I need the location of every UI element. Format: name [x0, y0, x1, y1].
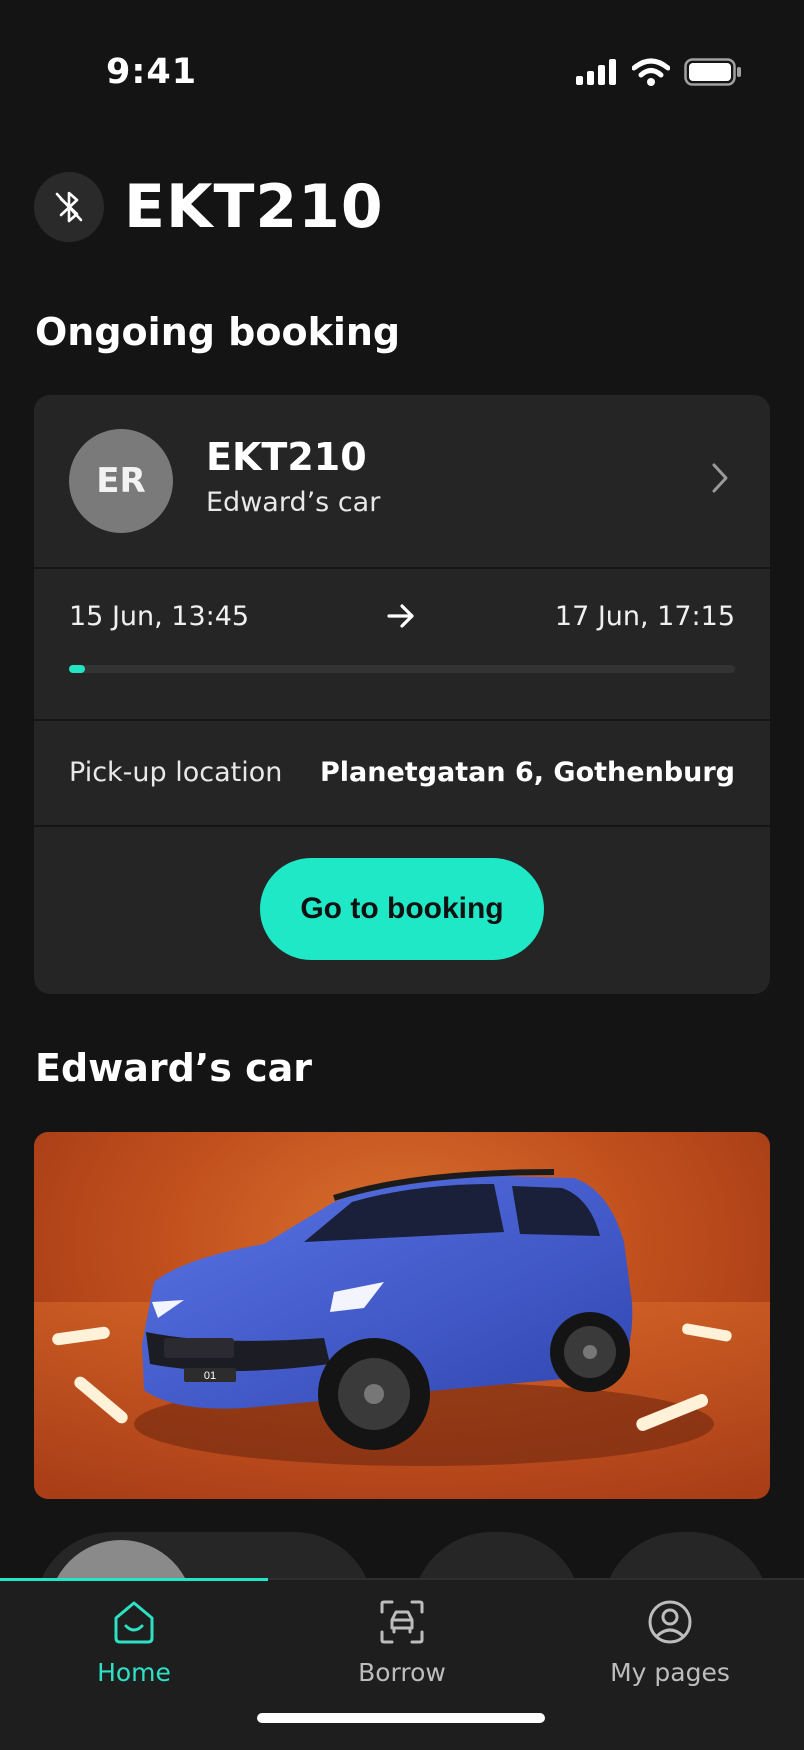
go-to-booking-button[interactable]: Go to booking — [260, 858, 544, 960]
ongoing-booking-title: Ongoing booking — [35, 310, 401, 354]
cellular-signal-icon — [576, 59, 616, 85]
booking-card: ER EKT210 Edward’s car 15 Jun, 13:45 17 … — [34, 395, 770, 994]
header: EKT210 — [34, 172, 384, 242]
wifi-icon — [632, 58, 670, 86]
booking-progress-fill — [69, 665, 85, 673]
car-plate: EKT210 — [206, 435, 367, 479]
arrow-right-icon — [387, 604, 414, 628]
booking-car-row[interactable]: ER EKT210 Edward’s car — [34, 395, 770, 569]
battery-icon — [684, 58, 741, 86]
car-scan-icon — [380, 1600, 424, 1644]
bluetooth-button[interactable] — [34, 172, 104, 242]
car-name: Edward’s car — [206, 487, 381, 518]
tab-active-indicator — [0, 1578, 268, 1581]
status-icons — [576, 58, 742, 86]
booking-start-time: 15 Jun, 13:45 — [69, 601, 250, 632]
home-indicator — [257, 1713, 545, 1723]
car-section-title: Edward’s car — [35, 1046, 313, 1090]
car-image[interactable]: 01 — [34, 1132, 770, 1499]
page-title: EKT210 — [124, 172, 384, 242]
booking-time-row: 15 Jun, 13:45 17 Jun, 17:15 — [34, 569, 770, 721]
pickup-location-label: Pick-up location — [69, 757, 283, 788]
tab-bar: Home Borrow My pages — [0, 1578, 804, 1750]
tab-label: Borrow — [358, 1658, 446, 1687]
car-illustration: 01 — [34, 1169, 770, 1499]
tab-home[interactable]: Home — [0, 1598, 268, 1687]
pickup-location-row: Pick-up location Planetgatan 6, Gothenbu… — [34, 721, 770, 827]
profile-icon — [648, 1600, 692, 1644]
tab-my-pages[interactable]: My pages — [536, 1598, 804, 1687]
tab-label: My pages — [610, 1658, 730, 1687]
avatar: ER — [69, 429, 173, 533]
car-plate-number: 01 — [204, 1370, 216, 1382]
status-time: 9:41 — [106, 52, 198, 92]
tab-borrow[interactable]: Borrow — [268, 1598, 536, 1687]
tab-label: Home — [97, 1658, 171, 1687]
booking-end-time: 17 Jun, 17:15 — [554, 601, 735, 632]
booking-progress-bar — [69, 665, 735, 673]
pickup-location-value: Planetgatan 6, Gothenburg — [319, 757, 735, 788]
home-icon — [114, 1601, 154, 1644]
status-bar: 9:41 — [0, 0, 804, 150]
chevron-right-icon — [712, 463, 728, 493]
bluetooth-off-icon — [55, 191, 83, 223]
